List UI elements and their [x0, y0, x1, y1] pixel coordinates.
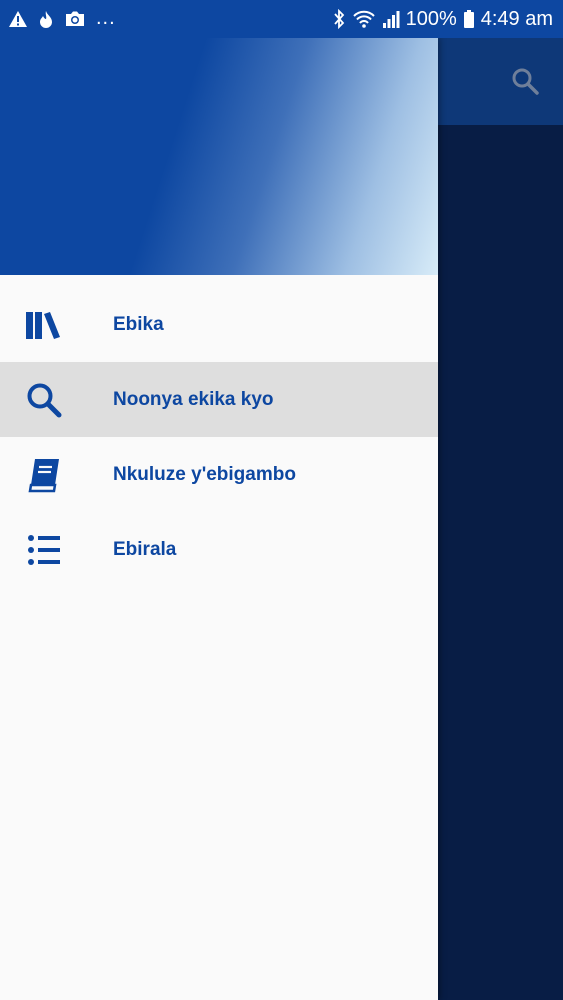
search-icon [24, 380, 64, 420]
menu-item-label: Ebirala [113, 538, 177, 560]
books-icon [24, 305, 64, 345]
flame-icon [38, 10, 54, 28]
drawer-header [0, 38, 438, 275]
wifi-icon [352, 9, 376, 29]
status-overflow-dots: ... [96, 7, 116, 29]
status-bar: ... 100% 4:49 am [0, 0, 563, 38]
status-bar-right: 100% 4:49 am [326, 9, 553, 29]
bluetooth-icon [332, 9, 346, 29]
clock: 4:49 am [480, 8, 553, 30]
menu-item-ebirala[interactable]: Ebirala [0, 512, 438, 587]
navigation-drawer: Ebika Noonya ekika kyo Nkuluze y'ebigamb… [0, 38, 438, 1000]
menu-item-label: Nkuluze y'ebigambo [113, 463, 296, 485]
menu-item-nkuluze-yebigambo[interactable]: Nkuluze y'ebigambo [0, 437, 438, 512]
battery-icon [463, 9, 475, 29]
camera-icon [64, 10, 86, 28]
book-icon [24, 455, 64, 495]
battery-percent: 100% [405, 8, 457, 30]
list-icon [24, 530, 64, 570]
status-bar-left: ... [8, 7, 126, 29]
search-icon[interactable] [509, 65, 541, 97]
menu-item-label: Noonya ekika kyo [113, 388, 274, 410]
menu-item-noonya-ekika-kyo[interactable]: Noonya ekika kyo [0, 362, 438, 437]
drawer-menu: Ebika Noonya ekika kyo Nkuluze y'ebigamb… [0, 275, 438, 587]
warning-icon [8, 10, 28, 28]
menu-item-label: Ebika [113, 313, 164, 335]
signal-icon [382, 9, 400, 29]
menu-item-ebika[interactable]: Ebika [0, 287, 438, 362]
